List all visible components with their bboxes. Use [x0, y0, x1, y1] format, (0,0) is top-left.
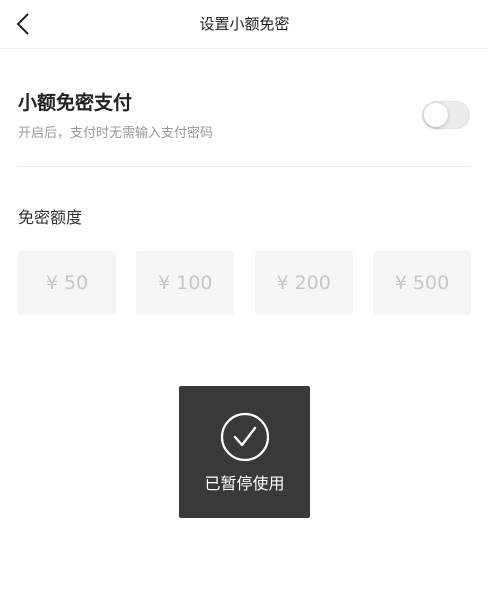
navigation-bar: 设置小额免密	[0, 0, 489, 49]
quota-label: 免密额度	[18, 208, 83, 227]
toast-message: 已暂停使用	[204, 474, 285, 493]
checkmark-circle-icon	[220, 412, 270, 462]
toast: 已暂停使用	[179, 386, 310, 518]
amount-options: ¥ 50 ¥ 100 ¥ 200 ¥ 500	[18, 251, 471, 315]
amount-option-100[interactable]: ¥ 100	[136, 251, 235, 315]
setting-description: 开启后，支付时无需输入支付密码	[18, 126, 214, 141]
small-amount-toggle[interactable]	[422, 101, 470, 129]
amount-option-50[interactable]: ¥ 50	[18, 251, 116, 315]
toggle-knob	[424, 103, 448, 127]
amount-option-200[interactable]: ¥ 200	[254, 251, 353, 315]
page-title: 设置小额免密	[199, 15, 290, 33]
setting-title: 小额免密支付	[18, 92, 133, 114]
divider	[18, 166, 471, 167]
amount-option-500[interactable]: ¥ 500	[372, 251, 471, 315]
